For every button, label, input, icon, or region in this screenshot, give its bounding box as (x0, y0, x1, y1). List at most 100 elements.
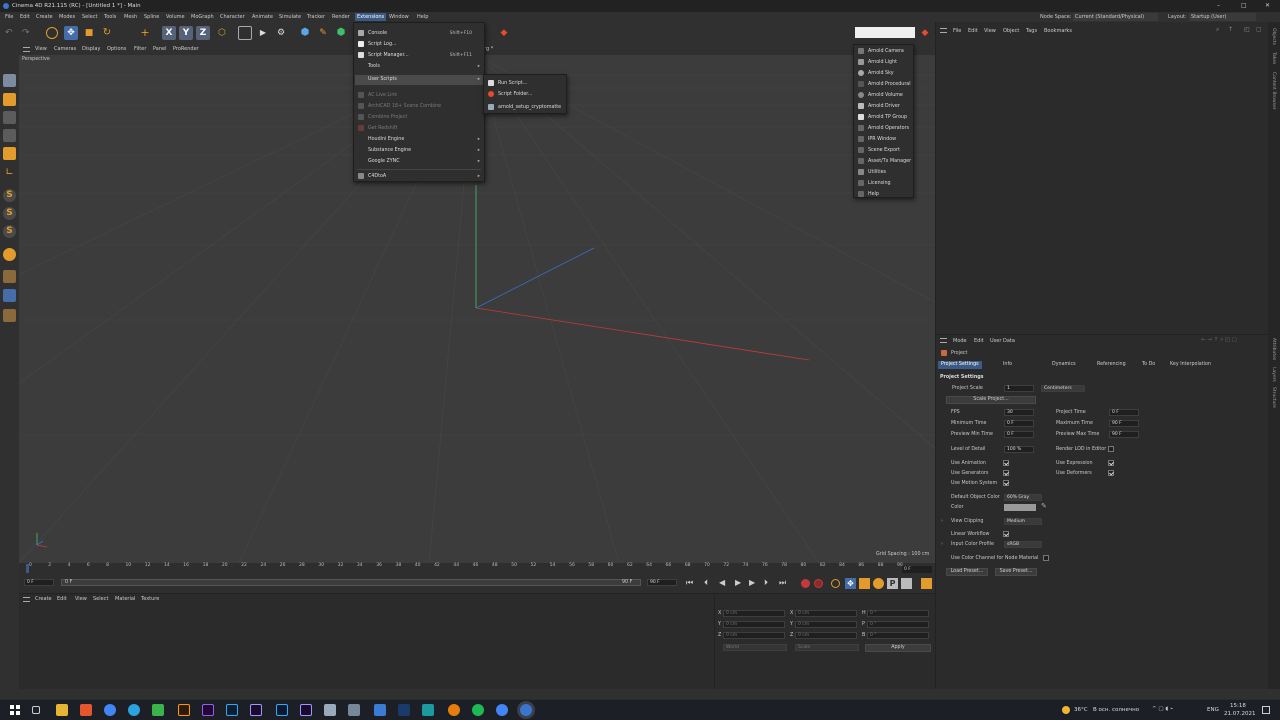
move-icon[interactable]: ✥ (64, 26, 78, 40)
z-axis-lock-icon[interactable]: Z (196, 26, 210, 40)
scale-project-button[interactable]: Scale Project... (946, 396, 1036, 404)
project-time-field[interactable]: 0 F (1109, 409, 1139, 416)
material-menu-view[interactable]: View (75, 596, 87, 602)
view-clipping-expand-icon[interactable]: › (941, 518, 943, 524)
menu-help[interactable]: Help (417, 14, 428, 20)
scale-icon[interactable]: ■ (82, 26, 96, 40)
illustrator-icon[interactable] (178, 704, 190, 716)
size-z-field[interactable]: 0 cm (795, 632, 857, 639)
coord-size-select[interactable]: Scale (795, 644, 859, 651)
polygons-mode-icon[interactable] (3, 147, 16, 160)
menu-volume[interactable]: Volume (166, 14, 185, 20)
menu-render[interactable]: Render (332, 14, 350, 20)
workplane-snap-icon[interactable]: S (3, 225, 16, 238)
current-time-field[interactable]: 0 F (902, 566, 932, 573)
attr-menu-user-data[interactable]: User Data (990, 338, 1015, 344)
timeline-layout-icon[interactable] (921, 578, 932, 589)
viewport-menu-panel[interactable]: Panel (153, 46, 167, 52)
edges-mode-icon[interactable] (3, 129, 16, 142)
axis-mode-icon[interactable]: ∟ (3, 166, 16, 179)
pos-y-field[interactable]: 0 cm (723, 621, 785, 628)
pen-icon[interactable]: ✎ (316, 26, 330, 40)
chrome-icon[interactable] (104, 704, 116, 716)
chrome-icon-2[interactable] (496, 704, 508, 716)
redo-icon[interactable]: ↷ (22, 26, 36, 40)
next-frame-icon[interactable]: ▶ (749, 578, 755, 587)
rotate-icon[interactable]: ↻ (100, 26, 114, 40)
app-icon-5[interactable] (422, 704, 434, 716)
apply-button[interactable]: Apply (865, 644, 931, 652)
key-pla-icon[interactable] (901, 578, 912, 589)
object-menu-bookmarks[interactable]: Bookmarks (1044, 28, 1072, 34)
menu-window[interactable]: Window (389, 14, 409, 20)
weather-icon[interactable] (1062, 706, 1070, 714)
task-view-icon[interactable] (32, 706, 40, 714)
rot-h-field[interactable]: 0 ° (867, 610, 929, 617)
use-animation-checkbox[interactable] (1003, 460, 1009, 466)
object-menu-icon[interactable] (940, 28, 947, 33)
menu-item-script-folder[interactable]: Script Folder... (498, 92, 532, 97)
menu-item-arnold-procedural[interactable]: Arnold Procedural (868, 82, 911, 87)
project-scale-unit-select[interactable]: Centimeters (1041, 385, 1085, 392)
max-time-field[interactable]: 90 F (1109, 420, 1139, 427)
menu-item-run-script[interactable]: Run Script... (498, 81, 527, 86)
goto-start-icon[interactable]: ⏮ (686, 578, 693, 588)
key-scale-icon[interactable] (859, 578, 870, 589)
tab-content-browser[interactable]: Content Browser (1271, 72, 1276, 110)
arnold-search-field[interactable] (855, 27, 915, 38)
add-icon[interactable]: + (138, 26, 152, 40)
tab-layers[interactable]: Layers (1271, 367, 1276, 382)
menu-edit[interactable]: Edit (20, 14, 30, 20)
spotify-icon[interactable] (472, 704, 484, 716)
premiere-icon[interactable] (202, 704, 214, 716)
render-region-icon[interactable] (238, 26, 252, 40)
recent-tools-icon[interactable] (120, 26, 134, 40)
key-parameter-icon[interactable]: P (887, 578, 898, 589)
menu-item-asset-tx-manager[interactable]: Asset/Tx Manager (868, 159, 911, 164)
tab-todo[interactable]: To Do (1139, 361, 1169, 369)
menu-item-script-manager[interactable]: Script Manager... (368, 53, 409, 58)
brave-icon[interactable] (80, 704, 92, 716)
menu-mograph[interactable]: MoGraph (191, 14, 214, 20)
blender-icon[interactable] (448, 704, 460, 716)
attr-menu-edit[interactable]: Edit (974, 338, 984, 344)
fps-field[interactable]: 30 (1004, 409, 1034, 416)
pos-z-field[interactable]: 0 cm (723, 632, 785, 639)
menu-extensions[interactable]: Extensions (355, 13, 387, 21)
keyframe-selection-icon[interactable] (831, 579, 840, 588)
menu-item-scene-export[interactable]: Scene Export (868, 148, 900, 153)
snap-settings-icon[interactable]: S (3, 207, 16, 220)
tab-dynamics[interactable]: Dynamics (1049, 361, 1089, 369)
object-menu-view[interactable]: View (984, 28, 996, 34)
material-area[interactable] (19, 606, 714, 690)
key-rotation-icon[interactable] (873, 578, 884, 589)
project-scale-field[interactable]: 1 (1004, 385, 1034, 392)
language-indicator[interactable]: ENG (1207, 707, 1219, 713)
timeline-ruler[interactable]: 0 2 4 6 8 10 12 14 16 18 20 22 24 26 28 30 32 34 36 38 40 42 4… (25, 563, 905, 573)
windows-start-icon[interactable] (10, 705, 20, 715)
size-x-field[interactable]: 0 cm (795, 610, 857, 617)
play-icon[interactable]: ▶ (735, 578, 741, 587)
menu-animate[interactable]: Animate (252, 14, 273, 20)
preview-range-slider[interactable] (61, 579, 641, 586)
lightroom-icon[interactable] (226, 704, 238, 716)
material-menu-icon[interactable] (23, 597, 30, 602)
photoshop-icon[interactable] (276, 704, 288, 716)
size-y-field[interactable]: 0 cm (795, 621, 857, 628)
menu-select[interactable]: Select (82, 14, 97, 20)
close-button[interactable]: ✕ (1265, 2, 1270, 9)
object-new-window-icon[interactable]: ◰ (1244, 26, 1250, 33)
menu-create[interactable]: Create (36, 14, 53, 20)
viewport-menu-view[interactable]: View (35, 46, 47, 52)
use-deformers-checkbox[interactable] (1108, 470, 1114, 476)
use-expression-checkbox[interactable] (1108, 460, 1114, 466)
material-menu-material[interactable]: Material (115, 596, 135, 602)
app-icon-2[interactable] (348, 704, 360, 716)
menu-mesh[interactable]: Mesh (124, 14, 137, 20)
planar-workplane-icon[interactable] (3, 309, 16, 322)
live-selection-icon[interactable] (46, 27, 58, 39)
rot-b-field[interactable]: 0 ° (867, 632, 929, 639)
render-settings-icon[interactable]: ⚙ (274, 26, 288, 40)
default-color-select[interactable]: 60% Gray (1004, 494, 1042, 501)
object-menu-edit[interactable]: Edit (968, 28, 978, 34)
